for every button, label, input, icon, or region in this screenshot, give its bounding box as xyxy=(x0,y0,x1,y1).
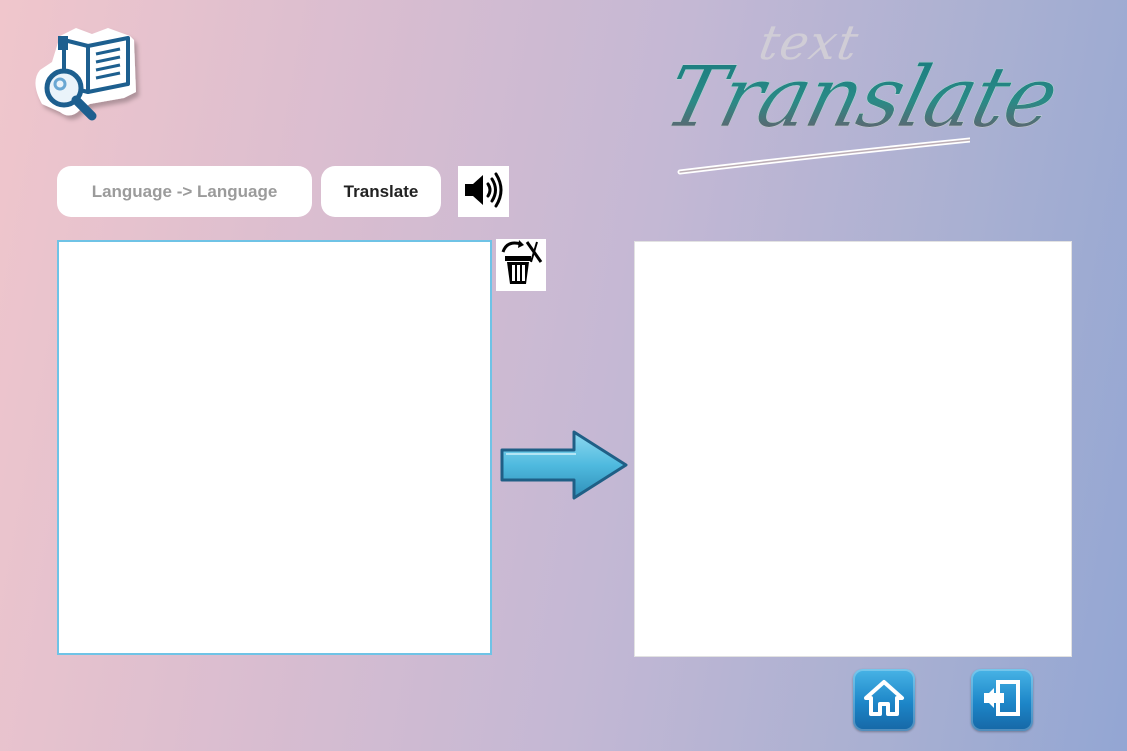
arrow-right-icon xyxy=(498,428,630,502)
title-swash xyxy=(677,137,970,175)
clear-text-button[interactable] xyxy=(496,239,546,291)
title-big-text: Translate xyxy=(655,48,1067,147)
translated-text-output[interactable] xyxy=(634,241,1072,657)
speaker-button[interactable] xyxy=(458,166,509,217)
exit-button[interactable] xyxy=(971,669,1033,731)
translate-button-label: Translate xyxy=(343,181,419,201)
app-logo-icon xyxy=(30,22,152,140)
language-selector[interactable]: Language -> Language xyxy=(57,166,312,217)
source-text-input[interactable] xyxy=(57,240,492,655)
app-title: text Translate xyxy=(656,15,1066,200)
speaker-icon xyxy=(461,170,507,214)
exit-icon xyxy=(980,676,1024,724)
translate-button[interactable]: Translate xyxy=(321,166,441,217)
home-icon xyxy=(862,678,906,722)
language-selector-label: Language -> Language xyxy=(91,181,278,201)
home-button[interactable] xyxy=(853,669,915,731)
trash-clear-icon xyxy=(497,238,545,292)
